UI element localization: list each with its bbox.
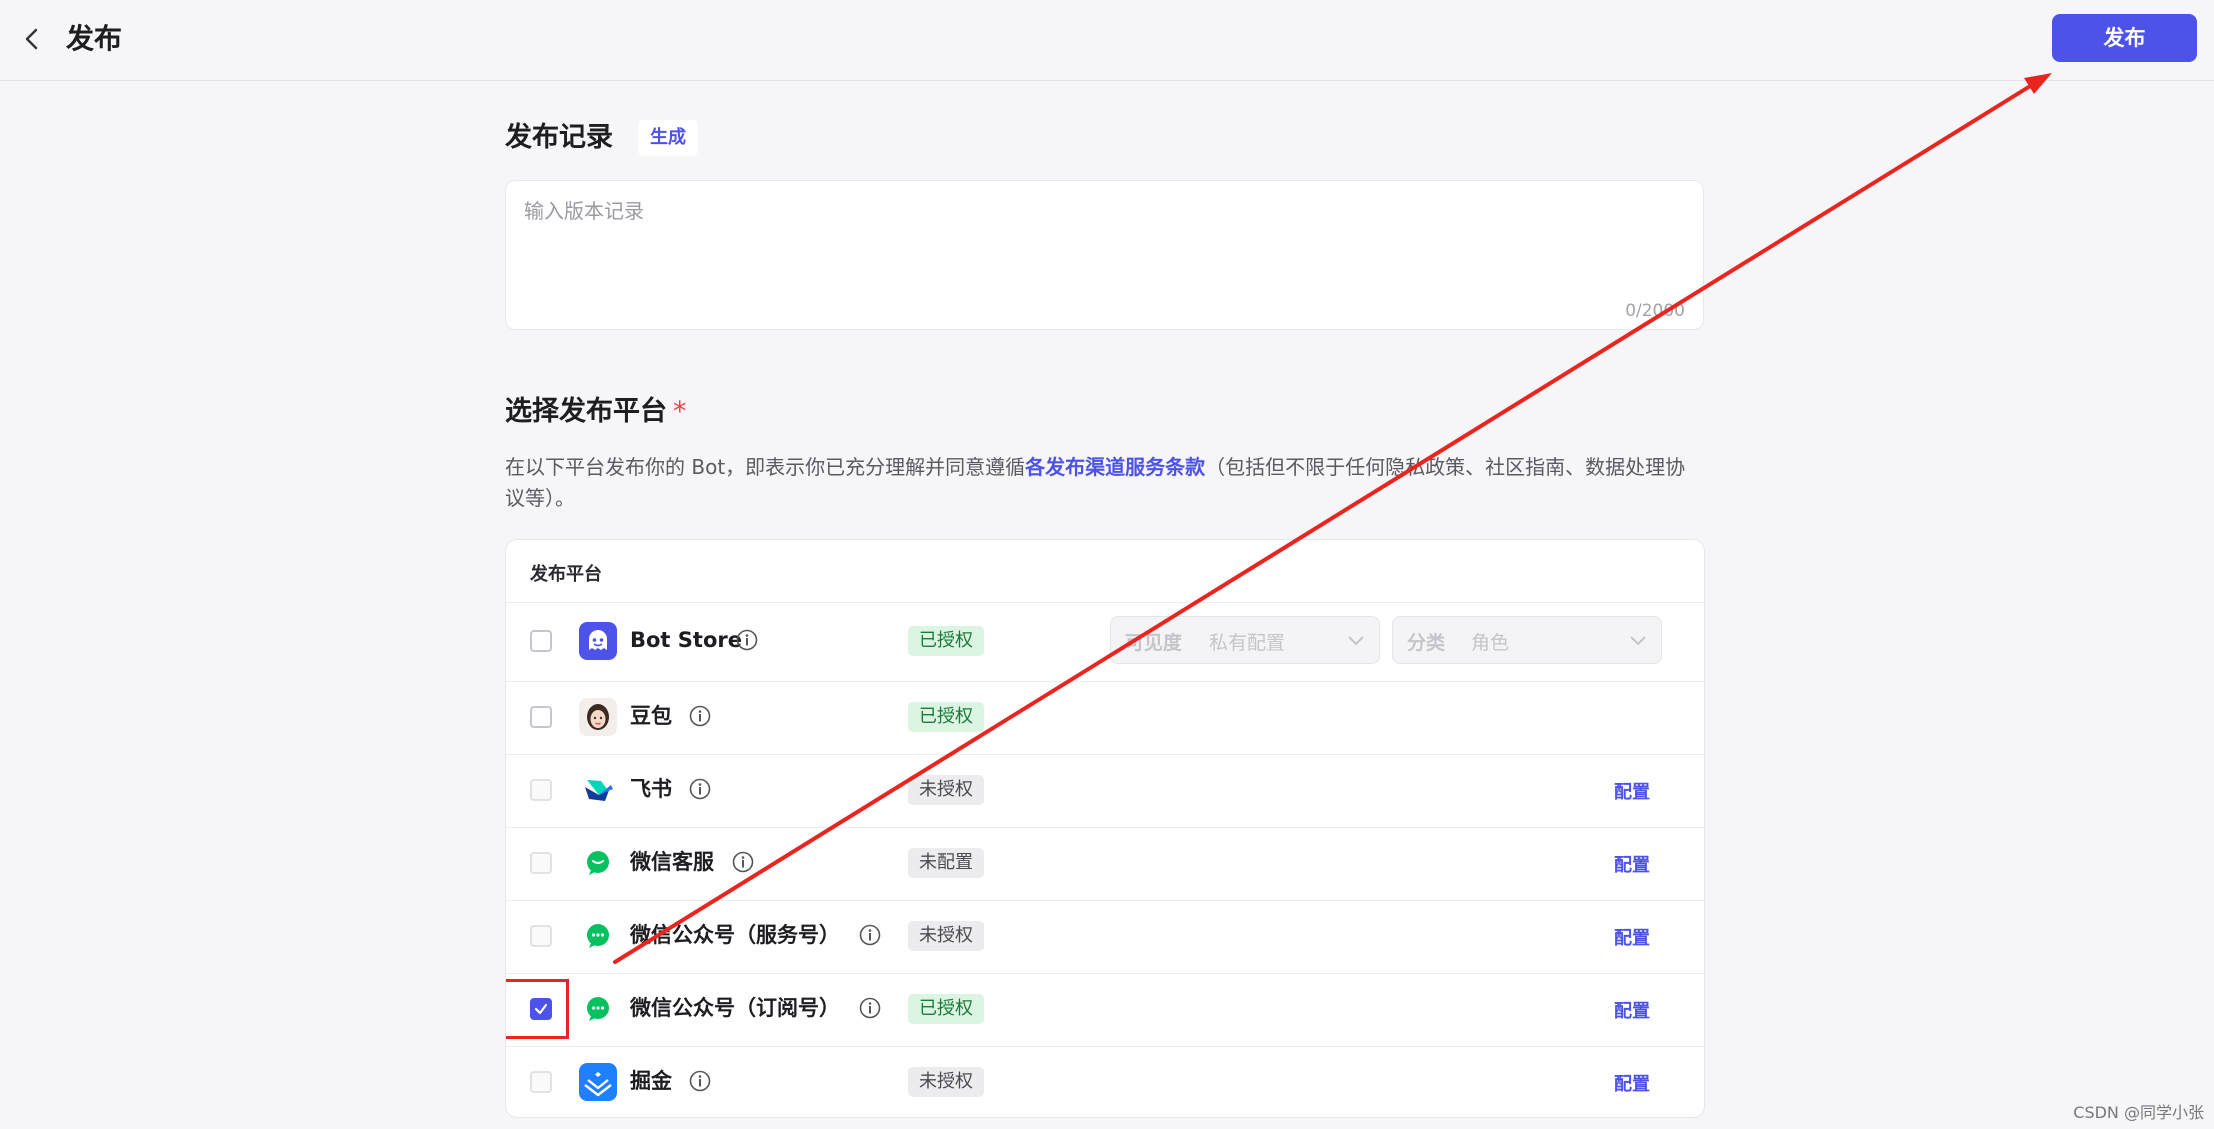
info-icon[interactable] [859,997,881,1019]
platform-name: 微信客服 [630,850,714,874]
required-mark: * [673,396,687,427]
visibility-value: 私有配置 [1209,632,1286,654]
char-counter: 0/2000 [1625,301,1685,321]
platform-checkbox[interactable] [530,852,552,874]
config-link[interactable]: 配置 [1614,1070,1650,1096]
status-badge: 已授权 [908,994,984,1024]
table-row: 微信公众号（订阅号） 已授权 配置 [506,973,1704,1047]
back-arrow-icon[interactable] [20,22,44,56]
info-icon[interactable] [732,851,754,873]
watermark: CSDN @同学小张 [2073,1103,2204,1122]
platform-checkbox[interactable] [530,630,552,652]
platform-name: 飞书 [630,777,672,801]
table-row: Bot Store 已授权 可见度 私有配置 分类 角色 [506,602,1704,682]
chevron-down-icon [1630,636,1646,646]
config-link[interactable]: 配置 [1614,997,1650,1023]
category-select[interactable]: 分类 角色 [1392,616,1662,664]
info-icon[interactable] [689,705,711,727]
chevron-down-icon [1348,636,1364,646]
platform-name: Bot Store [630,628,742,652]
wechat-icon [579,917,617,955]
juejin-icon [579,1063,617,1101]
platform-checkbox[interactable] [530,706,552,728]
visibility-label: 可见度 [1125,632,1183,654]
category-label: 分类 [1407,632,1446,654]
info-icon[interactable] [859,924,881,946]
desc-text-before: 在以下平台发布你的 Bot，即表示你已充分理解并同意遵循 [505,455,1026,479]
bot-store-icon [579,622,617,660]
status-badge: 未配置 [908,848,984,878]
platform-name: 微信公众号（订阅号） [630,996,840,1020]
table-row: 微信客服 未配置 配置 [506,827,1704,901]
info-icon[interactable] [689,778,711,800]
table-row: 飞书 未授权 配置 [506,754,1704,828]
doubao-icon [579,698,617,736]
table-header-label: 发布平台 [530,564,602,585]
release-notes-title: 发布记录 [505,122,613,153]
info-icon[interactable] [689,1070,711,1092]
category-value: 角色 [1471,632,1510,654]
platform-description: 在以下平台发布你的 Bot，即表示你已充分理解并同意遵循各发布渠道服务条款（包括… [505,452,1705,514]
table-row: 微信公众号（服务号） 未授权 配置 [506,900,1704,974]
platform-name: 豆包 [630,704,672,728]
status-badge: 已授权 [908,702,984,732]
platform-section-title-text: 选择发布平台 [505,396,667,427]
checkmark-icon [534,1003,548,1015]
platform-checkbox[interactable] [530,998,552,1020]
config-link[interactable]: 配置 [1614,851,1650,877]
table-row: 掘金 未授权 配置 [506,1046,1704,1117]
generate-button[interactable]: 生成 [638,120,698,156]
wechat-icon [579,844,617,882]
table-header: 发布平台 [506,540,1704,603]
publish-button[interactable]: 发布 [2052,14,2197,62]
platform-name: 微信公众号（服务号） [630,923,840,947]
status-badge: 已授权 [908,626,984,656]
status-badge: 未授权 [908,1067,984,1097]
info-icon[interactable] [736,629,758,651]
release-notes-input[interactable] [506,181,1703,329]
page-title: 发布 [66,22,123,55]
top-bar: 发布 发布 [0,0,2214,81]
platform-table: 发布平台 Bot Store 已授权 可见度 私有配置 分类 角色 豆包 已授权… [505,539,1705,1118]
status-badge: 未授权 [908,921,984,951]
visibility-select[interactable]: 可见度 私有配置 [1110,616,1380,664]
terms-link[interactable]: 各发布渠道服务条款 [1025,455,1205,479]
feishu-icon [579,771,617,809]
platform-checkbox[interactable] [530,925,552,947]
config-link[interactable]: 配置 [1614,778,1650,804]
platform-checkbox[interactable] [530,1071,552,1093]
config-link[interactable]: 配置 [1614,924,1650,950]
platform-name: 掘金 [630,1069,672,1093]
platform-checkbox[interactable] [530,779,552,801]
table-row: 豆包 已授权 [506,681,1704,755]
status-badge: 未授权 [908,775,984,805]
release-notes-box: 0/2000 [505,180,1704,330]
wechat-icon [579,990,617,1028]
platform-section-title: 选择发布平台 * [505,394,687,430]
